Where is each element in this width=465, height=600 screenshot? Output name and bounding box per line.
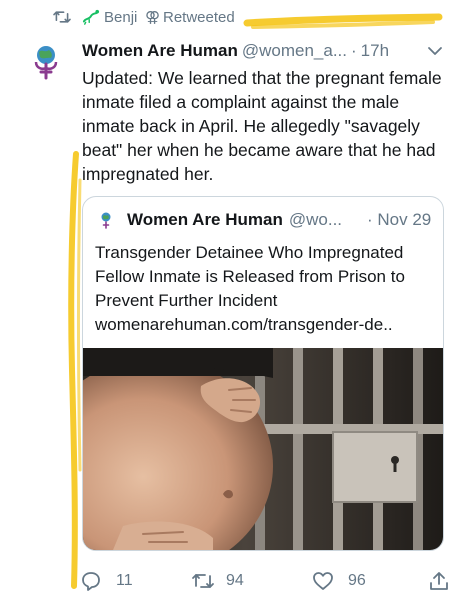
retweet-count: 94 [226, 572, 244, 589]
separator-dot: · [351, 41, 357, 60]
quoted-tweet-header: Women Are Human @wo... · Nov 29 [127, 209, 437, 231]
like-count: 96 [348, 572, 366, 589]
author-name[interactable]: Women Are Human [82, 41, 238, 60]
reply-count: 11 [116, 572, 133, 589]
retweeter-name[interactable]: Benji [104, 9, 137, 27]
quoted-tweet-link[interactable]: womenarehuman.com/transgender-de.. [95, 315, 393, 334]
retweet-bar: Benji ⚢ Retweeted [0, 0, 465, 36]
quoted-tweet-card[interactable]: Women Are Human @wo... · Nov 29 Transgend… [82, 196, 444, 551]
quoted-tweet-text: Transgender Detainee Who Impregnated Fel… [95, 241, 435, 337]
tweet-text: Updated: We learned that the pregnant fe… [82, 68, 442, 184]
chevron-down-icon[interactable] [427, 44, 443, 58]
yellow-highlighter-stroke-top [243, 13, 443, 29]
quoted-author-name[interactable]: Women Are Human [127, 210, 283, 229]
quoted-tweet-date[interactable]: · Nov 29 [367, 209, 431, 231]
author-avatar[interactable] [22, 38, 70, 86]
share-button[interactable] [428, 570, 452, 592]
quoted-author-avatar[interactable] [95, 209, 117, 231]
retweeter-avatar-icon[interactable] [82, 9, 100, 25]
retweeted-label: Retweeted [163, 9, 235, 26]
retweeter-symbol: ⚢ [145, 9, 161, 26]
quoted-author-handle[interactable]: @wo... [289, 210, 342, 229]
quoted-tweet-image[interactable] [83, 348, 443, 550]
reply-icon [82, 572, 100, 591]
retweet-icon [192, 574, 214, 588]
tweet-action-bar: 11 94 96 [0, 562, 465, 600]
share-icon [430, 572, 448, 590]
like-icon [313, 572, 333, 590]
retweet-icon [53, 11, 71, 23]
tweet-time[interactable]: 17h [361, 41, 389, 60]
like-button[interactable]: 96 [312, 570, 382, 592]
tweet-header: Women Are Human @women_a... · 17h [82, 40, 452, 62]
quoted-tweet-body: Transgender Detainee Who Impregnated Fel… [95, 243, 405, 310]
reply-button[interactable]: 11 [80, 570, 140, 592]
retweet-button[interactable]: 94 [190, 570, 260, 592]
author-handle[interactable]: @women_a... [242, 41, 347, 60]
